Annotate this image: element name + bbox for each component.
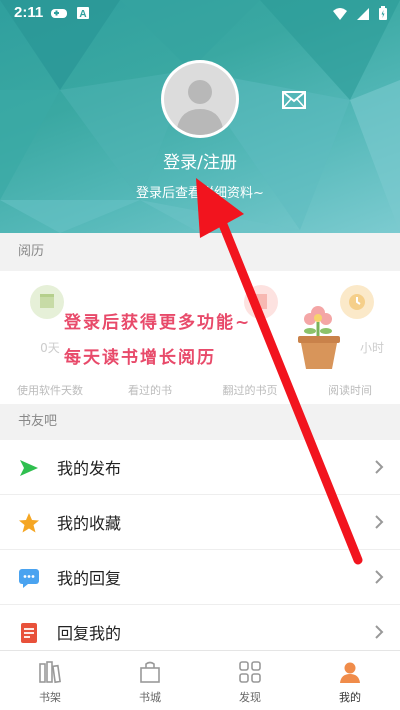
login-register-link[interactable]: 登录/注册 (0, 148, 400, 173)
stat-days: 0天 使用软件天数 (0, 271, 100, 404)
status-right-icons (332, 6, 388, 21)
my-replies-item[interactable]: 我的回复 (0, 550, 400, 605)
bookstore-icon (140, 661, 160, 683)
list-item-label: 我的回复 (57, 569, 122, 588)
stat-pages: 翻过的书页 (200, 271, 300, 404)
flowerpot-icon (298, 306, 340, 369)
list-item-label: 回复我的 (57, 624, 122, 643)
status-bar: 2:11 A (0, 0, 400, 28)
signal-icon (357, 7, 369, 20)
default-avatar-icon (164, 63, 236, 135)
chevron-right-icon (375, 625, 384, 639)
profile-icon (340, 662, 360, 683)
screen: 2:11 A 登录/注册 登录后查看详细资料~ 阅历 0天 使用软件天数 看过的… (0, 0, 400, 710)
login-benefit-line2: 每天读书增长阅历 (64, 348, 216, 368)
status-left-icons: A (50, 6, 90, 20)
profile-header: 2:11 A 登录/注册 登录后查看详细资料~ (0, 0, 400, 233)
document-icon (21, 623, 37, 643)
nav-label: 发现 (239, 691, 261, 704)
login-benefit-line1: 登录后获得更多功能~ (64, 313, 252, 333)
star-icon (19, 513, 39, 533)
avatar[interactable] (161, 60, 239, 138)
nav-bookshelf[interactable]: 书架 (0, 651, 100, 710)
svg-text:A: A (79, 9, 86, 20)
stat-label: 看过的书 (128, 384, 172, 397)
community-section-label: 书友吧 (18, 414, 58, 429)
app-a-icon: A (77, 7, 89, 20)
chevron-right-icon (375, 460, 384, 474)
nav-label: 我的 (339, 691, 361, 704)
community-list: 我的发布 我的收藏 我的回复 回复我的 (0, 440, 400, 660)
send-icon (20, 460, 38, 476)
list-item-label: 我的发布 (57, 459, 122, 478)
mail-icon[interactable] (282, 90, 306, 110)
chevron-right-icon (375, 570, 384, 584)
nav-label: 书架 (39, 691, 61, 704)
nav-discover[interactable]: 发现 (200, 651, 300, 710)
login-hint: 登录后查看详细资料~ (136, 186, 264, 201)
nav-bookstore[interactable]: 书城 (100, 651, 200, 710)
history-section-label: 阅历 (18, 244, 45, 259)
chevron-right-icon (375, 515, 384, 529)
my-posts-item[interactable]: 我的发布 (0, 440, 400, 495)
nav-label: 书城 (139, 691, 161, 704)
bottom-nav: 书架 书城 发现 我的 (0, 650, 400, 710)
stat-books: 看过的书 (100, 271, 200, 404)
list-item-label: 我的收藏 (57, 514, 122, 533)
my-favorites-item[interactable]: 我的收藏 (0, 495, 400, 550)
stat-label: 使用软件天数 (17, 384, 83, 397)
wifi-icon (333, 7, 347, 20)
battery-icon (379, 6, 387, 20)
history-panel: 0天 使用软件天数 看过的书 翻过的书页 小时 阅读时间 登录后获得更多功能~ … (0, 271, 400, 404)
stat-label: 阅读时间 (328, 384, 372, 397)
bookshelf-icon (39, 661, 61, 684)
chat-icon (19, 569, 39, 588)
status-time: 2:11 (14, 4, 44, 21)
gamepad-icon (51, 9, 67, 18)
nav-profile[interactable]: 我的 (300, 651, 400, 710)
stat-label: 翻过的书页 (222, 384, 278, 397)
discover-icon (239, 661, 261, 683)
calendar-icon (30, 285, 64, 319)
